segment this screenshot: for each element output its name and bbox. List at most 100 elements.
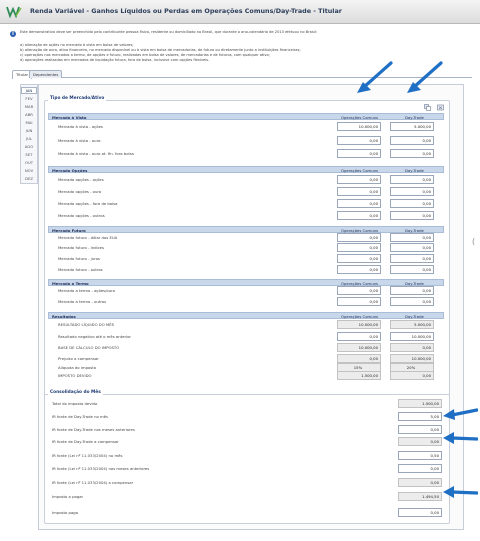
avista-ouro-fora-daytrade-input[interactable]: 0,00 bbox=[390, 149, 434, 158]
ir-fonte-daytrade-compensar: 0,00 bbox=[398, 437, 442, 446]
row-label: Mercado opções - fora de bolsa bbox=[58, 201, 118, 206]
col-header-daytrade: Day-Trade bbox=[405, 114, 424, 120]
section-header-avista: Mercado à Vista Operações Comuns Day-Tra… bbox=[48, 113, 444, 120]
row-label: Prejuízo a compensar bbox=[58, 356, 99, 361]
month-fev[interactable]: FEV bbox=[21, 96, 37, 101]
section-title: Mercado Futuro bbox=[52, 227, 86, 233]
base-calculo-daytrade: 0,00 bbox=[390, 343, 434, 352]
termo-acoes-daytrade-input[interactable]: 0,00 bbox=[390, 286, 434, 295]
row-label: IR fonte de Day-Trade a compensar bbox=[52, 439, 119, 444]
row-label: Mercado opções - outros bbox=[58, 213, 105, 218]
row-label: Mercado futuro - outros bbox=[58, 267, 103, 272]
row-label: Mercado opções - ações bbox=[58, 177, 104, 182]
futuro-outros-daytrade-input[interactable]: 0,00 bbox=[390, 265, 434, 274]
month-mai[interactable]: MAI bbox=[21, 120, 37, 125]
opcoes-ouro-daytrade-input[interactable]: 0,00 bbox=[390, 187, 434, 196]
month-jul[interactable]: JUL bbox=[21, 136, 37, 141]
section-title: Mercado à Vista bbox=[52, 114, 87, 120]
row-label: IR fonte (Lei nº 11.033/2004) no mês bbox=[52, 453, 123, 458]
annotation-arrow-icon bbox=[443, 486, 478, 498]
opcoes-fora-daytrade-input[interactable]: 0,00 bbox=[390, 199, 434, 208]
futuro-dolar-comuns-input[interactable]: 0,00 bbox=[337, 233, 381, 242]
row-label: RESULTADO LÍQUIDO DO MÊS bbox=[58, 322, 115, 327]
month-mar[interactable]: MAR bbox=[21, 104, 37, 109]
info-line: Este demonstrativo deve ser preenchido p… bbox=[20, 30, 317, 34]
month-selector: JAN FEV MAR ABR MAI JUN JUL AGO SET OUT … bbox=[20, 84, 38, 184]
avista-acoes-comuns-input[interactable]: 10.000,00 bbox=[337, 122, 381, 131]
month-dez[interactable]: DEZ bbox=[21, 176, 37, 181]
col-header-daytrade: Day-Trade bbox=[405, 227, 424, 233]
row-label: Mercado à vista - ouro at. fin. fora bol… bbox=[58, 151, 134, 156]
info-icon: i bbox=[10, 31, 16, 37]
row-label: Resultado negativo até o mês anterior bbox=[58, 334, 131, 339]
opcoes-acoes-comuns-input[interactable]: 0,00 bbox=[337, 175, 381, 184]
row-label: Mercado a termo - outros bbox=[58, 299, 107, 304]
month-nov[interactable]: NOV bbox=[21, 168, 37, 173]
row-label: Mercado a termo - ações/ouro bbox=[58, 288, 115, 293]
row-label: IR fonte (Lei nº 11.033/2004) a compensa… bbox=[52, 480, 134, 485]
month-abr[interactable]: ABR bbox=[21, 112, 37, 117]
ir-fonte-lei-anteriores-input[interactable]: 0,00 bbox=[398, 464, 442, 473]
stray-glyph: ( bbox=[472, 237, 476, 246]
prejuizo-compensar-daytrade: 10.000,00 bbox=[390, 354, 434, 363]
imposto-pago-input[interactable]: 0,00 bbox=[398, 508, 442, 517]
section-title: Resultados bbox=[52, 313, 76, 319]
ir-fonte-lei-compensar: 0,00 bbox=[398, 478, 442, 487]
ir-fonte-daytrade-mes-input[interactable]: 5,00 bbox=[398, 412, 442, 421]
futuro-indices-comuns-input[interactable]: 0,00 bbox=[337, 243, 381, 252]
opcoes-outros-comuns-input[interactable]: 0,00 bbox=[337, 211, 381, 220]
mercado-legend: Tipo de Mercado/Ativo bbox=[48, 96, 107, 102]
opcoes-outros-daytrade-input[interactable]: 0,00 bbox=[390, 211, 434, 220]
imposto-a-pagar: 1.494,50 bbox=[398, 492, 442, 501]
row-label: Mercado à vista - ouro bbox=[58, 138, 101, 143]
col-header-comuns: Operações Comuns bbox=[341, 313, 379, 319]
row-label: BASE DE CÁLCULO DO IMPOSTO bbox=[58, 345, 120, 350]
resultado-negativo-comuns-input[interactable]: 0,00 bbox=[337, 332, 381, 341]
futuro-outros-comuns-input[interactable]: 0,00 bbox=[337, 265, 381, 274]
base-calculo-comuns: 10.000,00 bbox=[337, 343, 381, 352]
avista-acoes-daytrade-input[interactable]: 5.000,00 bbox=[390, 122, 434, 131]
row-label: IR fonte de Day-Trade no mês bbox=[52, 414, 109, 419]
futuro-juros-daytrade-input[interactable]: 0,00 bbox=[390, 254, 434, 263]
ir-fonte-lei-mes-input[interactable]: 0,50 bbox=[398, 451, 442, 460]
month-jan[interactable]: JAN bbox=[21, 87, 37, 94]
month-set[interactable]: SET bbox=[21, 152, 37, 157]
avista-ouro-daytrade-input[interactable]: 0,00 bbox=[390, 136, 434, 145]
tab-bar: Titular Dependentes bbox=[12, 70, 472, 79]
tab-dependentes[interactable]: Dependentes bbox=[29, 70, 63, 78]
month-jun[interactable]: JUN bbox=[21, 128, 37, 133]
ir-fonte-daytrade-anteriores-input[interactable]: 0,00 bbox=[398, 425, 442, 434]
col-header-comuns: Operações Comuns bbox=[341, 167, 379, 173]
annotation-arrow-icon bbox=[443, 408, 478, 420]
section-header-termo: Mercado a Termo Operações Comuns Day-Tra… bbox=[48, 279, 444, 286]
col-header-daytrade: Day-Trade bbox=[405, 167, 424, 173]
row-label: Mercado futuro - índices bbox=[58, 245, 104, 250]
app-logo-icon bbox=[6, 6, 22, 18]
futuro-indices-daytrade-input[interactable]: 0,00 bbox=[390, 243, 434, 252]
info-panel: i Este demonstrativo deve ser preenchido… bbox=[6, 28, 472, 72]
month-ago[interactable]: AGO bbox=[21, 144, 37, 149]
resultado-liquido-comuns: 10.000,00 bbox=[337, 320, 381, 329]
termo-outros-comuns-input[interactable]: 0,00 bbox=[337, 297, 381, 306]
copy-icon[interactable] bbox=[424, 104, 431, 111]
opcoes-fora-comuns-input[interactable]: 0,00 bbox=[337, 199, 381, 208]
row-label: IR fonte (Lei nº 11.033/2004) nos meses … bbox=[52, 466, 150, 471]
futuro-juros-comuns-input[interactable]: 0,00 bbox=[337, 254, 381, 263]
avista-ouro-comuns-input[interactable]: 0,00 bbox=[337, 136, 381, 145]
avista-ouro-fora-comuns-input[interactable]: 0,00 bbox=[337, 149, 381, 158]
consolidacao-legend: Consolidação do Mês bbox=[48, 390, 103, 396]
row-label: Mercado futuro - juros bbox=[58, 256, 100, 261]
row-label: IR fonte de Day-Trade nos meses anterior… bbox=[52, 427, 135, 432]
annotation-arrow-icon bbox=[443, 432, 478, 444]
row-label: IMPOSTO DEVIDO bbox=[58, 373, 92, 378]
opcoes-ouro-comuns-input[interactable]: 0,00 bbox=[337, 187, 381, 196]
futuro-dolar-daytrade-input[interactable]: 0,00 bbox=[390, 233, 434, 242]
col-header-comuns: Operações Comuns bbox=[341, 114, 379, 120]
clear-icon[interactable] bbox=[437, 104, 444, 111]
resultado-liquido-daytrade: 5.000,00 bbox=[390, 320, 434, 329]
resultado-negativo-daytrade-input[interactable]: 10.000,00 bbox=[390, 332, 434, 341]
termo-acoes-comuns-input[interactable]: 0,00 bbox=[337, 286, 381, 295]
month-out[interactable]: OUT bbox=[21, 160, 37, 165]
termo-outros-daytrade-input[interactable]: 0,00 bbox=[390, 297, 434, 306]
opcoes-acoes-daytrade-input[interactable]: 0,00 bbox=[390, 175, 434, 184]
